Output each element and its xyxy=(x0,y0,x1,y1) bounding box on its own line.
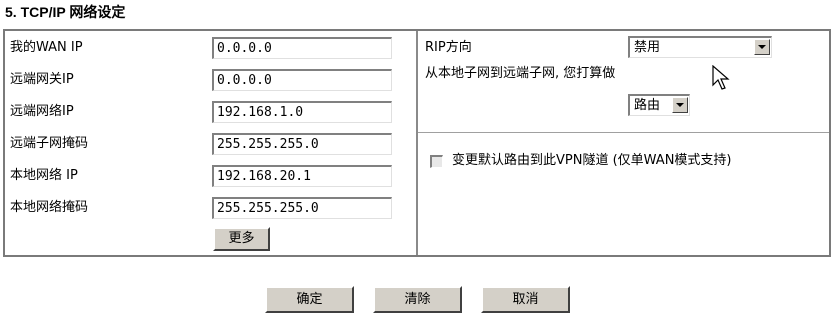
cancel-button[interactable]: 取消 xyxy=(481,286,570,313)
chevron-down-icon[interactable] xyxy=(672,97,688,113)
local-network-ip-input[interactable]: 192.168.20.1 xyxy=(212,165,392,187)
field-label: 远端网关IP xyxy=(10,72,74,87)
default-route-checkbox[interactable] xyxy=(430,155,443,168)
field-label: 远端子网掩码 xyxy=(10,136,89,151)
field-label: 本地网络掩码 xyxy=(10,200,89,215)
divider xyxy=(418,132,829,134)
rip-direction-label: RIP方向 xyxy=(425,40,472,55)
mouse-pointer-icon xyxy=(712,65,730,90)
section-title: 5. TCP/IP 网络设定 xyxy=(5,4,126,20)
route-question-text: 从本地子网到远端子网, 您打算做 xyxy=(425,66,616,81)
rip-direction-select[interactable]: 禁用 xyxy=(628,36,772,58)
remote-network-ip-input[interactable]: 192.168.1.0 xyxy=(212,101,392,123)
tcpip-settings-panel: 我的WAN IP 0.0.0.0 远端网关IP 0.0.0.0 远端网络IP 1… xyxy=(3,29,831,257)
rip-direction-value: 禁用 xyxy=(634,40,661,55)
more-button[interactable]: 更多 xyxy=(213,227,270,251)
default-route-label: 变更默认路由到此VPN隧道 (仅单WAN模式支持) xyxy=(452,153,732,168)
chevron-down-icon[interactable] xyxy=(754,39,770,55)
remote-subnet-mask-input[interactable]: 255.255.255.0 xyxy=(212,133,392,155)
route-mode-select[interactable]: 路由 xyxy=(628,94,690,116)
local-network-mask-input[interactable]: 255.255.255.0 xyxy=(212,197,392,219)
route-mode-value: 路由 xyxy=(634,98,661,113)
field-label: 远端网络IP xyxy=(10,104,74,119)
confirm-button[interactable]: 确定 xyxy=(265,286,354,313)
right-pane: RIP方向 禁用 从本地子网到远端子网, 您打算做 路由 变更默认路由到此VPN… xyxy=(418,31,829,255)
field-label: 本地网络 IP xyxy=(10,168,78,183)
my-wan-ip-input[interactable]: 0.0.0.0 xyxy=(212,37,392,59)
clear-button[interactable]: 清除 xyxy=(373,286,462,313)
left-pane: 我的WAN IP 0.0.0.0 远端网关IP 0.0.0.0 远端网络IP 1… xyxy=(5,31,418,255)
field-label: 我的WAN IP xyxy=(10,40,83,55)
remote-gateway-ip-input[interactable]: 0.0.0.0 xyxy=(212,69,392,91)
